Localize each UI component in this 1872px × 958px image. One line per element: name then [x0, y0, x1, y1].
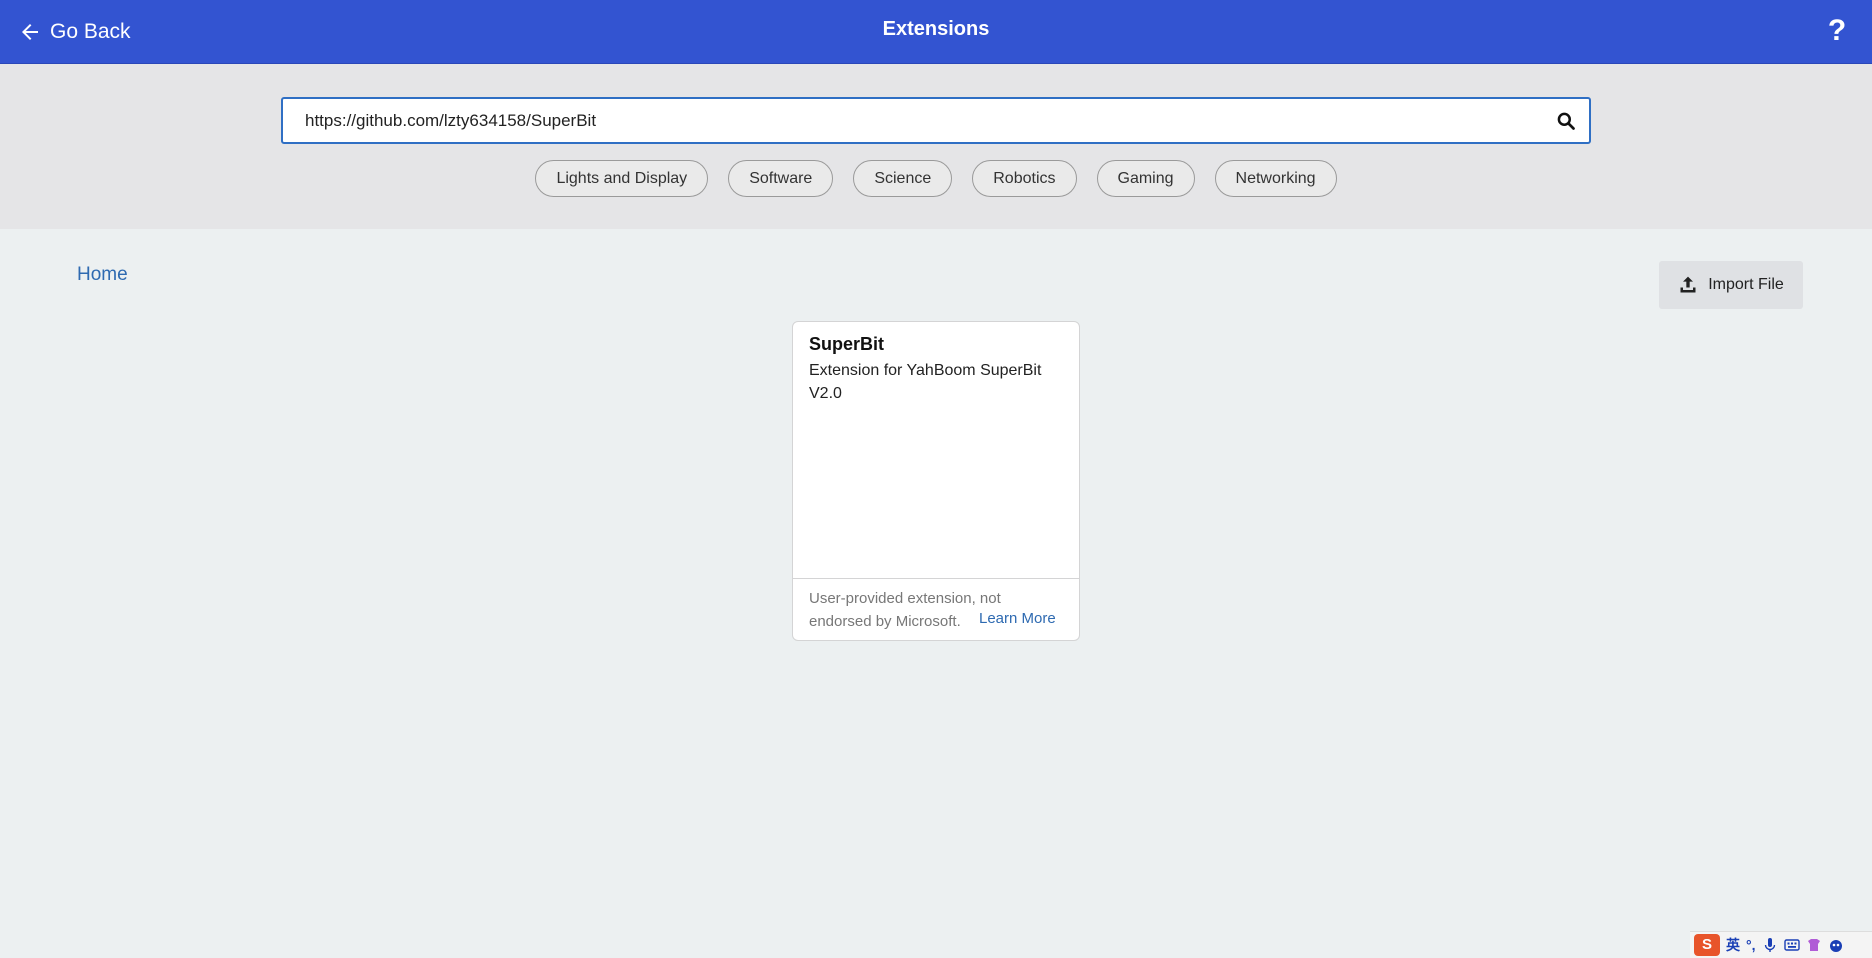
import-file-button[interactable]: Import File [1659, 261, 1803, 309]
category-science[interactable]: Science [853, 160, 953, 197]
keyboard-icon[interactable] [1783, 937, 1800, 953]
help-button[interactable]: ? [1824, 14, 1850, 48]
category-robotics[interactable]: Robotics [972, 160, 1077, 197]
search-icon [1557, 112, 1575, 130]
arrow-left-icon [22, 24, 38, 40]
ime-punctuation-toggle[interactable]: °, [1746, 937, 1756, 953]
microphone-icon[interactable] [1762, 937, 1778, 953]
category-gaming[interactable]: Gaming [1096, 160, 1195, 197]
search-button[interactable] [1543, 99, 1589, 142]
go-back-label: Go Back [50, 20, 131, 43]
top-bar: Go Back Extensions ? [0, 0, 1872, 64]
skin-icon[interactable] [1806, 937, 1822, 953]
page-title: Extensions [882, 18, 990, 40]
go-back-button[interactable]: Go Back [18, 16, 131, 48]
search-area: Lights and Display Software Science Robo… [0, 64, 1872, 229]
ime-language-toggle[interactable]: 英 [1726, 935, 1740, 955]
extension-card-superbit[interactable]: SuperBit Extension for YahBoom SuperBit … [792, 321, 1080, 641]
import-file-label: Import File [1708, 276, 1784, 293]
learn-more-link[interactable]: Learn More [979, 607, 1056, 630]
search-input[interactable] [283, 99, 1543, 142]
extension-title: SuperBit [809, 334, 885, 354]
search-box [281, 97, 1591, 144]
category-lights-and-display[interactable]: Lights and Display [535, 160, 709, 197]
extension-card-footer: User-provided extension, not endorsed by… [793, 578, 1079, 640]
ime-toolbar: S 英 °, [1690, 931, 1872, 958]
extension-description: Extension for YahBoom SuperBit V2.0 [809, 362, 1042, 402]
toolbox-icon[interactable] [1828, 937, 1844, 953]
breadcrumb-home[interactable]: Home [77, 264, 128, 286]
category-networking[interactable]: Networking [1214, 160, 1337, 197]
category-software[interactable]: Software [728, 160, 834, 197]
ime-logo-icon[interactable]: S [1694, 934, 1720, 956]
category-filters: Lights and Display Software Science Robo… [0, 160, 1872, 197]
upload-icon [1680, 276, 1696, 293]
